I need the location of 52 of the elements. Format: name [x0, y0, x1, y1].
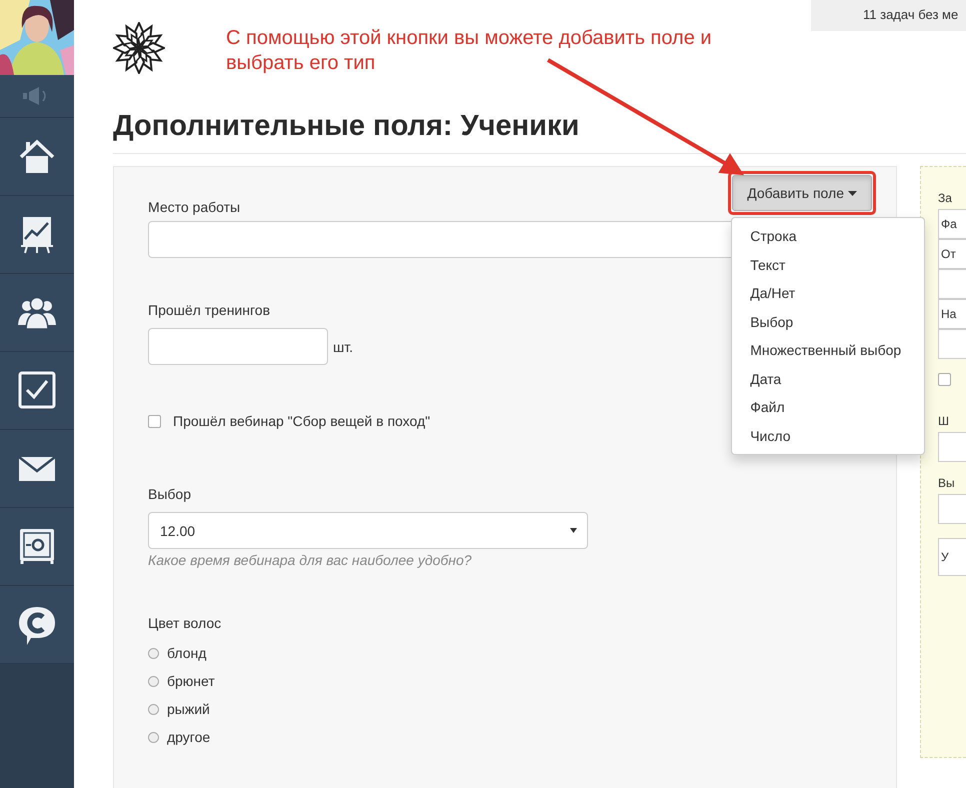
field-label: Прошёл тренингов [148, 302, 270, 318]
field-label: За [938, 191, 953, 205]
checkbox-icon[interactable] [18, 371, 56, 408]
input-field[interactable] [938, 432, 966, 462]
envelope-icon[interactable] [18, 456, 56, 480]
caret-icon [569, 528, 578, 533]
menu-item[interactable]: Строка [732, 222, 924, 250]
radio-button[interactable] [148, 704, 159, 714]
menu-item[interactable]: Дата [732, 364, 924, 393]
safe-icon[interactable] [20, 528, 54, 565]
field-label: Цвет волос [148, 615, 222, 631]
radio-label: брюнет [167, 673, 215, 689]
checkbox[interactable] [938, 373, 951, 386]
radio-label: блонд [167, 645, 206, 661]
input-field[interactable] [938, 329, 966, 359]
menu-item[interactable]: Файл [732, 393, 924, 422]
input-field[interactable] [938, 494, 966, 524]
page-title: Дополнительные поля: Ученики [113, 110, 966, 154]
checkbox-label: Прошёл вебинар "Сбор вещей в поход" [173, 413, 430, 429]
input-field[interactable]: Фа [938, 209, 966, 239]
field-label: Место работы [148, 199, 240, 215]
menu-item[interactable]: Множественный выбор [732, 336, 924, 364]
unit-label: шт. [333, 339, 353, 357]
menu-item[interactable]: Выбор [732, 308, 924, 336]
radio-label: другое [167, 729, 210, 745]
task-notice[interactable]: 11 задач без ме [811, 0, 966, 31]
select-field[interactable]: 12.00 [148, 512, 588, 549]
input-field[interactable]: От [938, 239, 966, 269]
radio-button[interactable] [148, 732, 159, 742]
radio-button[interactable] [148, 648, 159, 658]
checkbox[interactable] [148, 414, 161, 428]
field-hint: Какое время вебинара для вас наиболее удобно? [148, 552, 473, 568]
input-field[interactable]: На [938, 299, 966, 329]
people-icon[interactable] [18, 296, 56, 330]
radio-label: рыжий [167, 701, 210, 717]
field-label: Выбор [148, 486, 191, 502]
annotation-text: С помощью этой кнопки вы можете добавить поле и выбрать его тип [226, 26, 713, 76]
field-label: Вы [938, 476, 956, 490]
number-field[interactable] [148, 328, 328, 365]
flower-logo [113, 22, 165, 74]
chart-icon[interactable] [20, 216, 54, 254]
menu-item[interactable]: Число [732, 422, 924, 450]
add-field-button[interactable]: Добавить поле [732, 175, 872, 211]
home-icon[interactable] [20, 139, 54, 172]
menu-item[interactable]: Да/Нет [732, 279, 924, 308]
select-field[interactable]: У [938, 538, 966, 576]
caret-icon [848, 190, 857, 196]
menu-item[interactable]: Текст [732, 250, 924, 279]
radio-button[interactable] [148, 676, 159, 686]
field-label: Ш [938, 414, 950, 428]
input-field[interactable] [938, 269, 966, 299]
chat-icon[interactable] [19, 606, 55, 644]
